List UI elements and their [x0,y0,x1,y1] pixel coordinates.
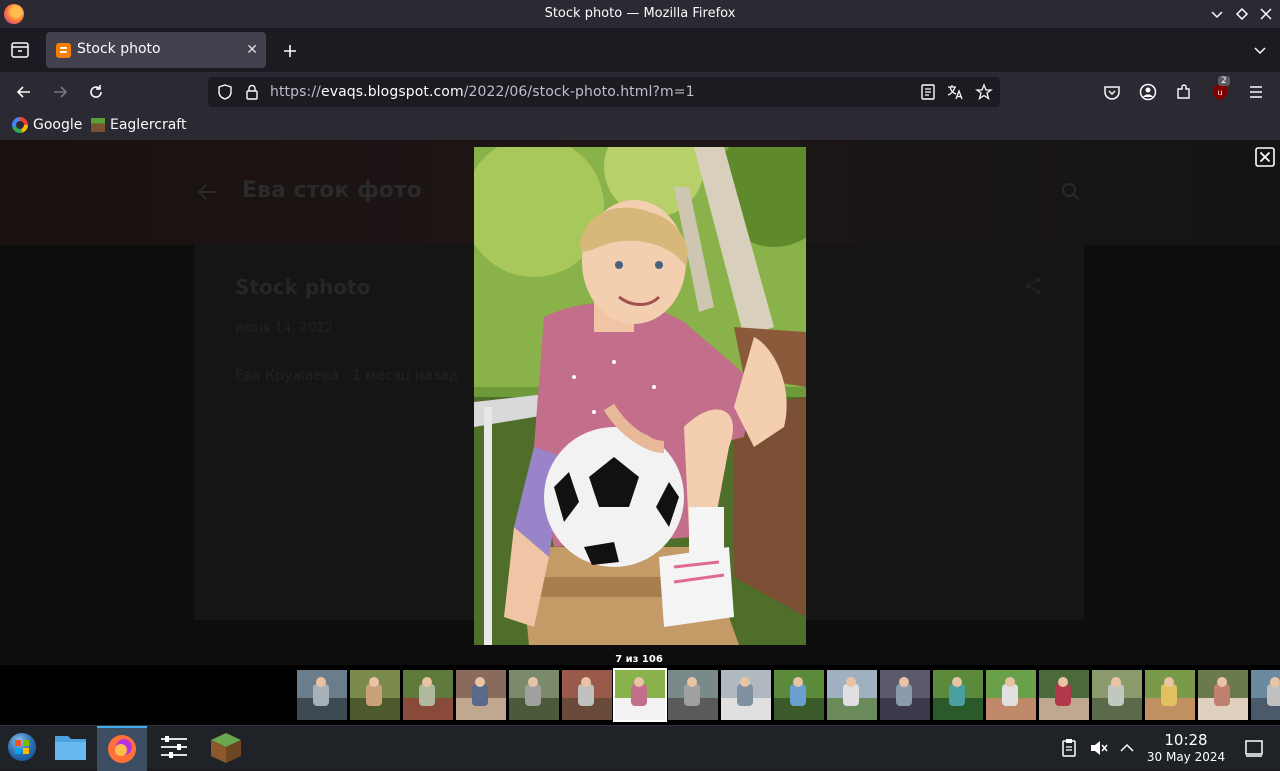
thumbnail[interactable] [668,670,718,720]
tab-strip: Stock photo ✕ [0,28,1280,72]
navigation-toolbar: https://evaqs.blogspot.com/2022/06/stock… [0,72,1280,112]
minecraft-button[interactable] [201,726,251,769]
show-desktop-icon[interactable] [1244,738,1264,758]
clock[interactable]: 10:28 30 May 2024 [1142,732,1230,765]
thumbnail[interactable] [774,670,824,720]
firefox-taskbar-button[interactable] [97,726,147,771]
thumbnail[interactable] [933,670,983,720]
lock-icon[interactable] [244,83,260,101]
extensions-icon[interactable] [1174,82,1194,102]
tab-stock-photo[interactable]: Stock photo ✕ [46,32,266,68]
reader-view-icon[interactable] [920,83,936,101]
thumbnail[interactable] [880,670,930,720]
lightbox-counter: 7 из 106 [615,654,663,665]
extension-badge: 2 [1218,76,1230,86]
share-icon [1025,277,1041,295]
bookmark-label: Google [33,117,83,133]
thumbnail[interactable] [1145,670,1195,720]
svg-text:u: u [1217,88,1222,97]
start-menu-button[interactable] [0,726,50,769]
forward-icon[interactable] [50,82,70,102]
clock-time: 10:28 [1164,731,1208,749]
thumbnail[interactable] [562,670,612,720]
blog-search-icon [1062,183,1080,201]
thumbnail[interactable] [403,670,453,720]
blogger-favicon-icon [56,43,71,58]
account-icon[interactable] [1138,82,1158,102]
grass-block-icon [91,118,105,132]
post-title: Stock photo [235,275,371,299]
volume-muted-icon[interactable] [1089,738,1109,758]
firefox-view-icon[interactable] [10,41,30,59]
thumbnail[interactable] [297,670,347,720]
thumbnail[interactable] [613,668,667,722]
bookmark-star-icon[interactable] [975,83,993,101]
bookmark-eaglercraft[interactable]: Eaglercraft [91,117,186,133]
list-all-tabs-icon[interactable] [1251,42,1269,60]
bookmarks-toolbar: Google Eaglercraft [0,112,1280,140]
ublock-origin-icon[interactable]: u 2 [1210,76,1230,102]
translate-icon[interactable] [946,83,964,101]
thumbnail[interactable] [1198,670,1248,720]
system-settings-button[interactable] [149,726,199,769]
thumbnail[interactable] [986,670,1036,720]
pocket-icon[interactable] [1102,82,1122,102]
post-date: июня 14, 2022 [235,321,333,336]
back-icon[interactable] [14,82,34,102]
tracking-protection-shield-icon[interactable] [216,83,234,101]
thumbnail[interactable] [456,670,506,720]
lightbox-photo [474,147,806,645]
close-window-icon[interactable] [1257,5,1275,23]
system-tray-expand-icon[interactable] [1118,738,1136,758]
reload-icon[interactable] [86,82,106,102]
blog-title: Ева сток фото [242,178,422,203]
maximize-icon[interactable] [1233,5,1251,23]
new-tab-icon[interactable] [281,42,299,60]
bookmark-label: Eaglercraft [110,117,187,133]
thumbnail[interactable] [827,670,877,720]
thumbnail[interactable] [509,670,559,720]
post-meta: Ева Кружаева · 1 месяц назад [235,368,459,384]
thumbnail[interactable] [350,670,400,720]
taskbar: 10:28 30 May 2024 [0,725,1280,771]
thumbnail[interactable] [1092,670,1142,720]
lightbox-close-icon[interactable] [1255,147,1275,167]
url-bar[interactable]: https://evaqs.blogspot.com/2022/06/stock… [208,77,1000,107]
tab-label: Stock photo [77,41,161,57]
window-title: Stock photo — Mozilla Firefox [544,6,736,21]
bookmark-google[interactable]: Google [12,117,82,133]
thumbnail[interactable] [721,670,771,720]
app-menu-icon[interactable] [1246,82,1266,102]
minimize-icon[interactable] [1208,5,1226,23]
clipboard-icon[interactable] [1060,738,1078,758]
google-icon [12,117,28,133]
blog-back-arrow-icon [197,184,216,200]
window-titlebar: Stock photo — Mozilla Firefox [0,0,1280,28]
file-manager-button[interactable] [46,726,96,769]
thumbnail[interactable] [1039,670,1089,720]
tab-close-icon[interactable]: ✕ [246,42,258,58]
thumbnail[interactable] [1251,670,1280,720]
url-text[interactable]: https://evaqs.blogspot.com/2022/06/stock… [270,84,695,100]
clock-date: 30 May 2024 [1146,750,1226,764]
page-viewport: Ева сток фото Stock photo июня 14, 2022 … [0,140,1280,725]
